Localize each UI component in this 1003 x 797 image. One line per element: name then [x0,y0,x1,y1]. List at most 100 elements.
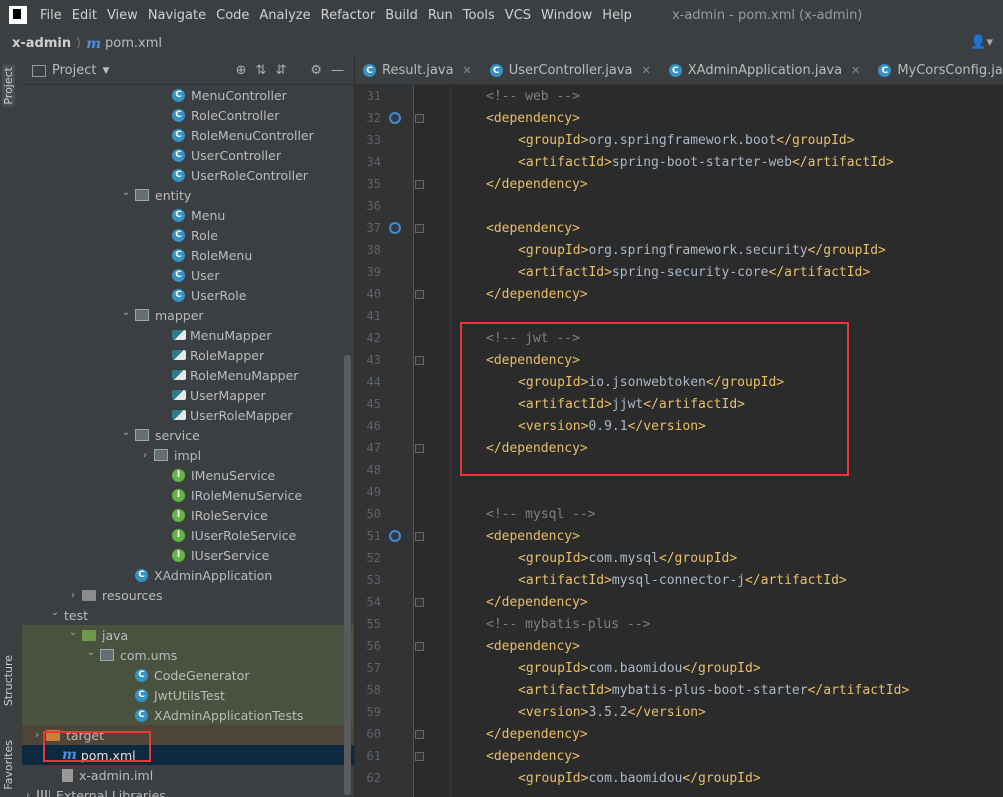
fold-icon[interactable] [415,641,424,651]
code-line[interactable]: 36 [367,195,1003,217]
editor-tab[interactable]: CMyCorsConfig.java✕ [870,57,1003,84]
user-account-icon[interactable]: 👤▾ [970,35,993,50]
tree-item[interactable]: C XAdminApplicationTests [22,705,354,725]
menu-item-vcs[interactable]: VCS [500,8,536,23]
menu-item-view[interactable]: View [102,8,143,23]
dependency-gutter-icon[interactable] [389,222,401,234]
code-line[interactable]: 40 </dependency> [367,283,1003,305]
chevron-down-icon[interactable]: ⌄ [49,607,61,618]
chevron-down-icon[interactable]: ⌄ [67,627,79,638]
tree-item[interactable]: I IUserRoleService [22,525,354,545]
tree-item[interactable]: RoleMenuMapper [22,365,354,385]
code-line[interactable]: 55 <!-- mybatis-plus --> [367,613,1003,635]
chevron-down-icon[interactable]: ⌄ [120,187,132,198]
gear-icon[interactable]: ⚙ [310,63,322,78]
tree-item[interactable]: I IUserService [22,545,354,565]
tree-item[interactable]: › resources [22,585,354,605]
fold-icon[interactable] [415,729,424,739]
chevron-down-icon[interactable]: ⌄ [120,427,132,438]
tree-item[interactable]: ⌄ service [22,425,354,445]
code-line[interactable]: 53 <artifactId> mysql-connector-j </artifac… [367,569,1003,591]
close-icon[interactable]: ✕ [642,64,651,77]
tree-item[interactable]: C RoleMenu [22,245,354,265]
tree-item[interactable]: UserMapper [22,385,354,405]
menu-item-navigate[interactable]: Navigate [143,8,211,23]
close-icon[interactable]: ✕ [463,64,472,77]
tree-item[interactable]: C JwtUtilsTest [22,685,354,705]
tree-item[interactable]: C XAdminApplication [22,565,354,585]
breadcrumb-project[interactable]: x-admin [12,36,71,51]
code-line[interactable]: 49 [367,481,1003,503]
chevron-down-icon[interactable]: ⌄ [120,307,132,318]
menu-item-edit[interactable]: Edit [67,8,102,23]
tree-item[interactable]: I IRoleMenuService [22,485,354,505]
tree-item[interactable]: C MenuController [22,85,354,105]
tree-item[interactable]: C User [22,265,354,285]
code-line[interactable]: 56 <dependency> [367,635,1003,657]
tree-item[interactable]: UserRoleMapper [22,405,354,425]
code-line[interactable]: 60 </dependency> [367,723,1003,745]
tree-item[interactable]: I IRoleService [22,505,354,525]
tree-item[interactable]: › impl [22,445,354,465]
menu-item-refactor[interactable]: Refactor [316,8,381,23]
fold-icon[interactable] [415,531,424,541]
menu-item-analyze[interactable]: Analyze [254,8,315,23]
fold-icon[interactable] [415,751,424,761]
tree-item[interactable]: C RoleController [22,105,354,125]
code-line[interactable]: 62 <groupId> com.baomidou </groupId> [367,767,1003,789]
editor-tab[interactable]: C UserController.java ✕ [482,57,661,84]
tree-item[interactable]: ⌄ java [22,625,354,645]
code-line[interactable]: 39 <artifactId> spring-security-core </arti… [367,261,1003,283]
menu-item-help[interactable]: Help [597,8,637,23]
code-line[interactable]: 38 <groupId> org.springframework.security <… [367,239,1003,261]
collapse-all-icon[interactable]: ⇵ [275,63,286,78]
tree-item[interactable]: C UserController [22,145,354,165]
tree-item[interactable]: › External Libraries [22,785,354,797]
code-line[interactable]: 54 </dependency> [367,591,1003,613]
dependency-gutter-icon[interactable] [389,112,401,124]
fold-icon[interactable] [415,443,424,453]
fold-icon[interactable] [415,355,424,365]
chevron-right-icon[interactable]: › [31,730,43,741]
chevron-right-icon[interactable]: › [139,450,151,461]
project-panel-title[interactable]: Project [52,63,96,78]
code-line[interactable]: 51 <dependency> [367,525,1003,547]
tree-item[interactable]: MenuMapper [22,325,354,345]
code-line[interactable]: 33 <groupId> org.springframework.boot </gro… [367,129,1003,151]
expand-all-icon[interactable]: ⇅ [256,63,267,78]
fold-icon[interactable] [415,223,424,233]
code-line[interactable]: 31 <!-- web --> [367,85,1003,107]
tree-item[interactable]: C Role [22,225,354,245]
code-line[interactable]: 50 <!-- mysql --> [367,503,1003,525]
dependency-gutter-icon[interactable] [389,530,401,542]
tree-item[interactable]: ⌄ test [22,605,354,625]
code-line[interactable]: 35 </dependency> [367,173,1003,195]
code-line[interactable]: 58 <artifactId> mybatis-plus-boot-starter <… [367,679,1003,701]
code-line[interactable]: 52 <groupId> com.mysql </groupId> [367,547,1003,569]
code-line[interactable]: 57 <groupId> com.baomidou </groupId> [367,657,1003,679]
menu-item-tools[interactable]: Tools [458,8,500,23]
project-scrollbar[interactable] [344,355,351,795]
close-icon[interactable]: ✕ [851,64,860,77]
chevron-right-icon[interactable]: › [67,590,79,601]
menu-item-code[interactable]: Code [211,8,254,23]
breadcrumb-file[interactable]: pom.xml [105,36,162,51]
tree-item[interactable]: C CodeGenerator [22,665,354,685]
menu-item-build[interactable]: Build [380,8,423,23]
tree-item[interactable]: ⌄ entity [22,185,354,205]
tree-item[interactable]: C UserRole [22,285,354,305]
chevron-right-icon[interactable]: › [22,790,34,797]
editor-tab[interactable]: C Result.java ✕ [355,57,482,84]
menu-item-file[interactable]: File [35,8,67,23]
fold-icon[interactable] [415,179,424,189]
code-line[interactable]: 37 <dependency> [367,217,1003,239]
chevron-down-icon[interactable]: ▼ [102,66,109,76]
code-line[interactable]: 61 <dependency> [367,745,1003,767]
locate-icon[interactable]: ⊕ [236,63,247,78]
menu-item-window[interactable]: Window [536,8,597,23]
tree-item[interactable]: RoleMapper [22,345,354,365]
fold-icon[interactable] [415,113,424,123]
tree-item[interactable]: C Menu [22,205,354,225]
menu-item-run[interactable]: Run [423,8,458,23]
project-tool-tab[interactable]: Project [2,65,15,107]
